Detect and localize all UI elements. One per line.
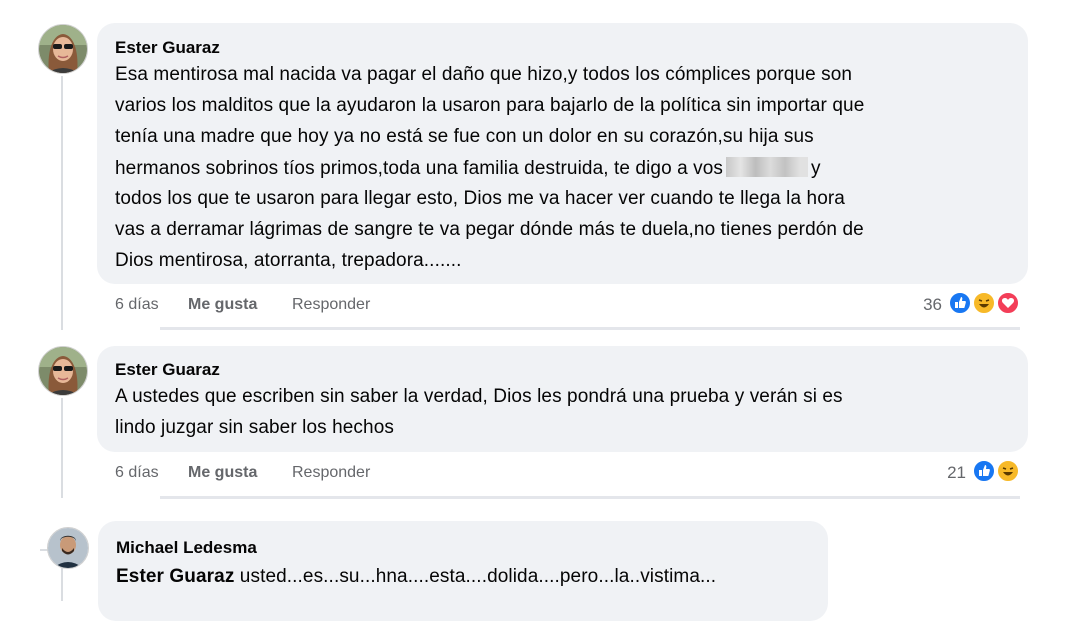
- comment-text-line: Dios mentirosa, atorranta, trepadora....…: [115, 250, 462, 271]
- blurred-name: [726, 157, 809, 177]
- like-button[interactable]: Me gusta: [188, 296, 257, 314]
- comment-author[interactable]: Michael Ledesma: [116, 538, 257, 558]
- timestamp[interactable]: 6 días: [115, 464, 159, 482]
- avatar[interactable]: [38, 24, 88, 74]
- divider: [160, 327, 1020, 330]
- woman-sunglasses-icon: [39, 25, 87, 73]
- reactions[interactable]: [944, 291, 1024, 317]
- comment-text-segment: usted...es...su...hna....esta....dolida.…: [234, 566, 717, 587]
- comment-text-line: Ester Guaraz usted...es...su...hna....es…: [116, 566, 716, 588]
- comment-author[interactable]: Ester Guaraz: [115, 38, 220, 58]
- comment-text-line: A ustedes que escriben sin saber la verd…: [115, 386, 843, 407]
- comment-actions: 6 días Me gusta Responder: [115, 464, 415, 484]
- love-reaction-icon: [996, 291, 1020, 315]
- mention-link[interactable]: Ester Guaraz: [116, 566, 234, 587]
- comment-actions: 6 días Me gusta Responder: [115, 296, 415, 316]
- comment-text-line: tenía una madre que hoy ya no está se fu…: [115, 126, 814, 147]
- reaction-count[interactable]: 21: [934, 463, 966, 483]
- thread-line: [61, 76, 63, 330]
- like-button[interactable]: Me gusta: [188, 464, 257, 482]
- comment-text-segment: y: [811, 158, 821, 179]
- haha-reaction-icon: [996, 459, 1020, 483]
- comment-text-line: hermanos sobrinos tíos primos,toda una f…: [115, 157, 821, 180]
- avatar[interactable]: [38, 346, 88, 396]
- comment-text-line: varios los malditos que la ayudaron la u…: [115, 95, 865, 116]
- comment-text-line: lindo juzgar sin saber los hechos: [115, 417, 394, 438]
- avatar[interactable]: [47, 527, 89, 569]
- comment-bubble: [97, 23, 1028, 284]
- haha-reaction-icon: [972, 291, 996, 315]
- thread-line: [61, 398, 63, 498]
- reaction-count[interactable]: 36: [910, 295, 942, 315]
- reply-button[interactable]: Responder: [292, 296, 370, 314]
- timestamp[interactable]: 6 días: [115, 296, 159, 314]
- woman-sunglasses-icon: [39, 347, 87, 395]
- like-reaction-icon: [948, 291, 972, 315]
- comment-text-segment: hermanos sobrinos tíos primos,toda una f…: [115, 158, 724, 179]
- comment-text-line: vas a derramar lágrimas de sangre te va …: [115, 219, 864, 240]
- man-avatar-icon: [48, 528, 88, 568]
- divider: [160, 496, 1020, 499]
- reply-button[interactable]: Responder: [292, 464, 370, 482]
- comment-author[interactable]: Ester Guaraz: [115, 360, 220, 380]
- comment-text-line: todos los que te usaron para llegar esto…: [115, 188, 845, 209]
- comment-text-line: Esa mentirosa mal nacida va pagar el dañ…: [115, 64, 853, 85]
- reactions[interactable]: [968, 459, 1024, 485]
- like-reaction-icon: [972, 459, 996, 483]
